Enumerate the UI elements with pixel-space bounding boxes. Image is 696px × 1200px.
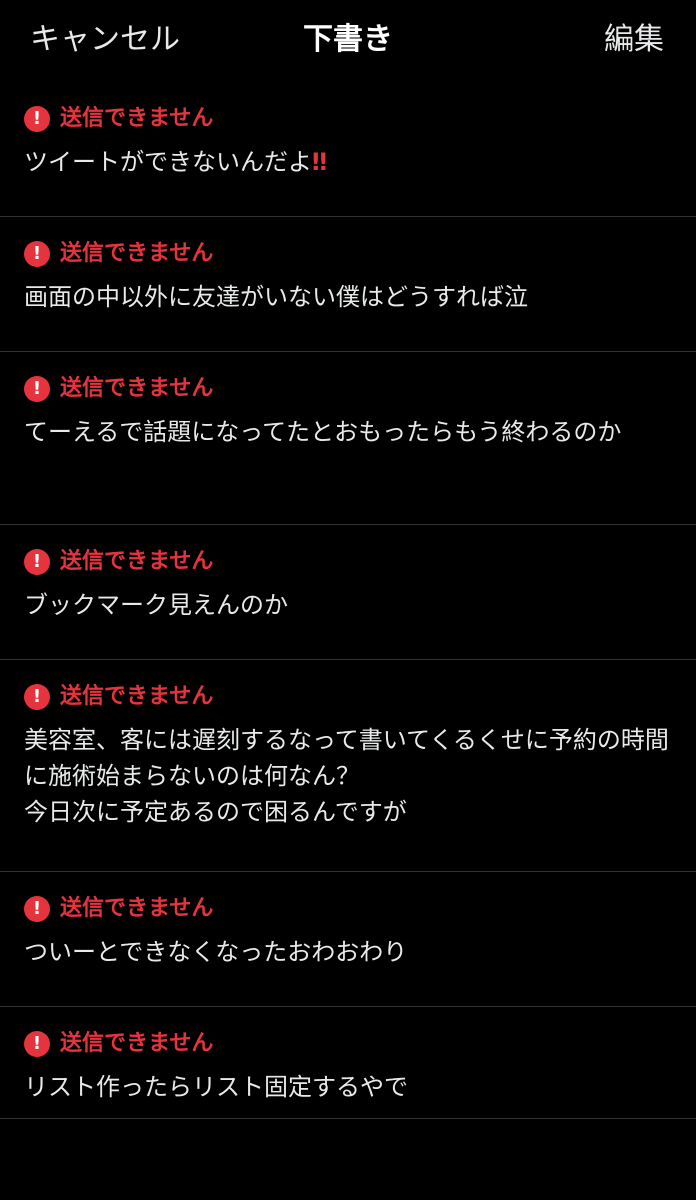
draft-text-body: ツイートができないんだよ [24,148,312,176]
status-text: 送信できません [60,1031,214,1056]
send-failed-status: ! 送信できません [24,894,672,924]
draft-text: 美容室、客には遅刻するなって書いてくるくせに予約の時間に施術始まらないのは何なん… [24,726,669,826]
exclamation-circle-icon: ! [24,106,50,132]
status-text: 送信できません [60,106,214,131]
status-text: 送信できません [60,376,214,401]
exclamation-circle-icon: ! [24,376,50,402]
draft-text: ついーとできなくなったおわおわり [24,938,408,966]
draft-text: てーえるで話題になってたとおもったらもう終わるのか [24,418,622,446]
send-failed-status: ! 送信できません [24,239,672,269]
draft-text: ブックマーク見えんのか [24,591,288,619]
exclamation-circle-icon: ! [24,1031,50,1057]
draft-item[interactable]: ! 送信できません てーえるで話題になってたとおもったらもう終わるのか [0,352,696,525]
exclamation-circle-icon: ! [24,684,50,710]
drafts-list: ! 送信できません ツイートができないんだよ‼ ! 送信できません 画面の中以外… [0,82,696,1119]
status-text: 送信できません [60,896,214,921]
nav-header: キャンセル 下書き 編集 [0,0,696,82]
draft-item[interactable]: ! 送信できません 画面の中以外に友達がいない僕はどうすれば泣 [0,217,696,352]
double-exclamation-emoji: ‼ [312,148,327,176]
draft-text: リスト作ったらリスト固定するやで [24,1073,408,1101]
page-title: 下書き [303,22,393,57]
draft-item[interactable]: ! 送信できません ついーとできなくなったおわおわり [0,872,696,1007]
send-failed-status: ! 送信できません [24,374,672,404]
exclamation-circle-icon: ! [24,896,50,922]
edit-button[interactable]: 編集 [604,20,664,60]
send-failed-status: ! 送信できません [24,1029,672,1059]
exclamation-circle-icon: ! [24,241,50,267]
send-failed-status: ! 送信できません [24,682,672,712]
draft-text: 画面の中以外に友達がいない僕はどうすれば泣 [24,283,528,311]
send-failed-status: ! 送信できません [24,104,672,134]
exclamation-circle-icon: ! [24,549,50,575]
draft-item[interactable]: ! 送信できません ツイートができないんだよ‼ [0,82,696,217]
status-text: 送信できません [60,684,214,709]
draft-item[interactable]: ! 送信できません リスト作ったらリスト固定するやで [0,1007,696,1119]
draft-item[interactable]: ! 送信できません ブックマーク見えんのか [0,525,696,660]
send-failed-status: ! 送信できません [24,547,672,577]
draft-text: ツイートができないんだよ‼ [24,144,672,180]
status-text: 送信できません [60,549,214,574]
status-text: 送信できません [60,241,214,266]
draft-item[interactable]: ! 送信できません 美容室、客には遅刻するなって書いてくるくせに予約の時間に施術… [0,660,696,872]
